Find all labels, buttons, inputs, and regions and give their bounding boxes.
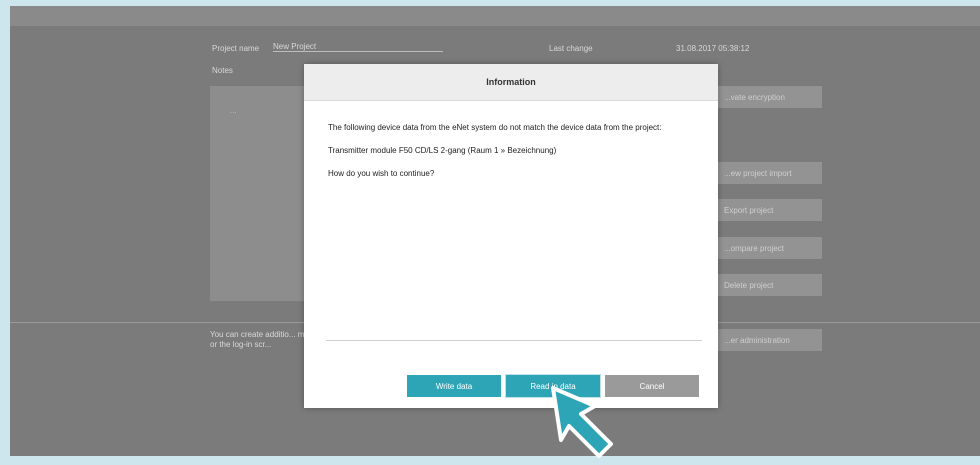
export-project-button[interactable]: Export project	[716, 199, 822, 221]
dialog-body: The following device data from the eNet …	[304, 101, 718, 178]
dialog-device: Transmitter module F50 CD/LS 2-gang (Rau…	[328, 146, 557, 155]
compare-project-button[interactable]: ...ompare project	[716, 237, 822, 259]
delete-project-button[interactable]: Delete project	[716, 274, 822, 296]
new-project-import-button[interactable]: ...ew project import	[716, 162, 822, 184]
last-change-value: 31.08.2017 05:38:12	[676, 44, 750, 53]
activate-encryption-button[interactable]: ...vate encryption	[716, 86, 822, 108]
notes-label: Notes	[212, 66, 233, 75]
dialog-title: Information	[304, 64, 718, 101]
dialog-divider	[326, 340, 702, 341]
project-name-field[interactable]: New Project	[273, 42, 443, 52]
dialog-message: The following device data from the eNet …	[328, 123, 662, 132]
project-name-label: Project name	[212, 44, 260, 53]
notes-value: ...	[230, 106, 237, 115]
last-change-label: Last change	[549, 44, 593, 53]
pointer-arrow-icon	[551, 386, 613, 458]
user-administration-button[interactable]: ...er administration	[716, 329, 822, 351]
write-data-button[interactable]: Write data	[407, 375, 501, 397]
top-bar	[10, 6, 980, 26]
dialog-question: How do you wish to continue?	[328, 169, 435, 178]
information-dialog: Information The following device data fr…	[304, 64, 718, 408]
